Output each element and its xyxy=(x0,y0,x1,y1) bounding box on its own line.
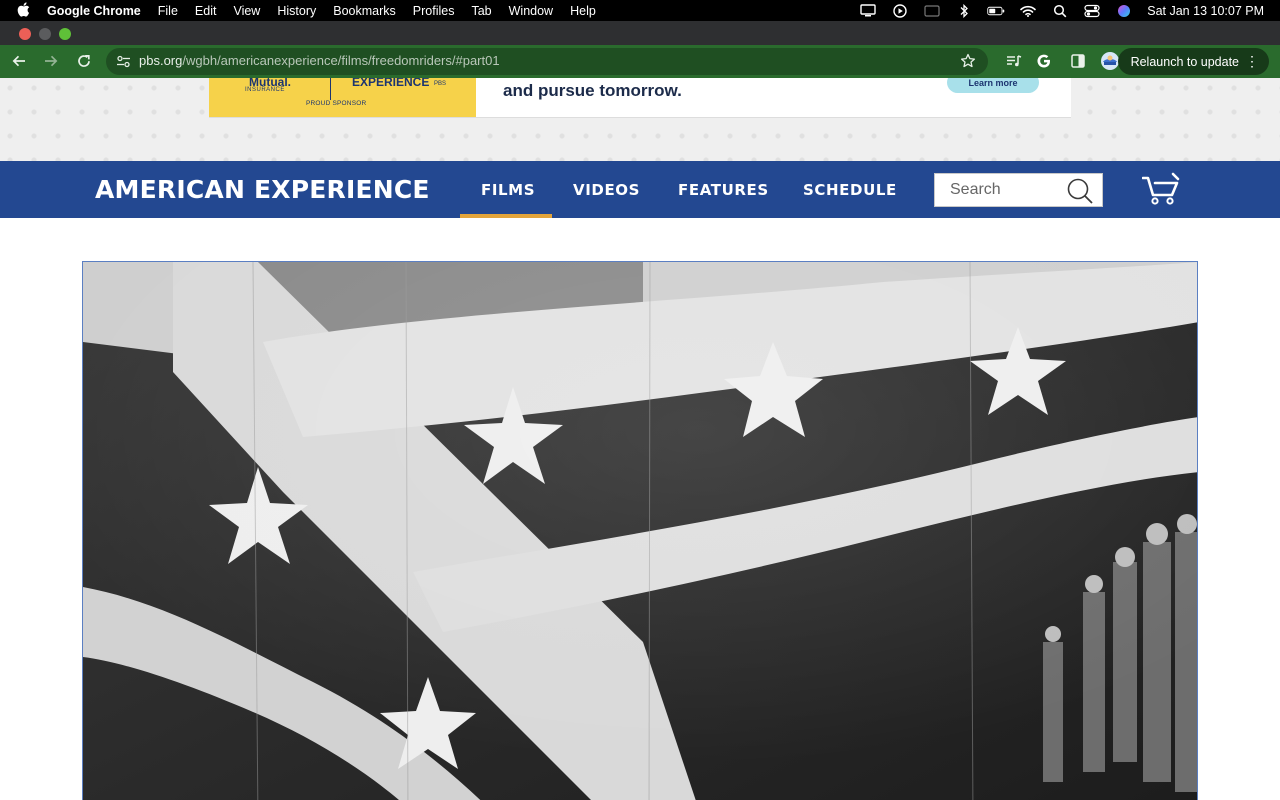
side-panel-icon[interactable] xyxy=(1066,49,1090,73)
nav-features[interactable]: FEATURES xyxy=(678,181,769,199)
url-host: pbs.org xyxy=(139,53,183,68)
macos-menu-bar: Google Chrome File Edit View History Boo… xyxy=(0,0,1280,21)
learn-more-button[interactable]: Learn more xyxy=(947,78,1039,93)
reload-icon[interactable] xyxy=(72,49,96,73)
menu-window[interactable]: Window xyxy=(509,4,553,18)
video-frame-image xyxy=(83,262,1197,800)
menu-file[interactable]: File xyxy=(158,4,178,18)
sponsor-divider xyxy=(330,78,331,100)
bookmark-star-icon[interactable] xyxy=(960,53,976,74)
site-settings-icon[interactable] xyxy=(116,54,131,74)
program-logo: EXPERIENCE xyxy=(352,78,430,89)
window-zoom-button[interactable] xyxy=(59,28,71,40)
window-close-button[interactable] xyxy=(19,28,31,40)
sponsor-panel: Mutual. INSURANCE EXPERIENCE PBS PROUD S… xyxy=(209,78,476,117)
bluetooth-icon[interactable] xyxy=(955,3,973,18)
back-icon[interactable] xyxy=(7,49,31,73)
active-nav-indicator xyxy=(460,214,552,218)
play-circle-icon[interactable] xyxy=(891,3,909,18)
pbs-mark: PBS xyxy=(434,81,447,87)
menu-app-name[interactable]: Google Chrome xyxy=(47,4,141,18)
wifi-icon[interactable] xyxy=(1019,4,1037,18)
shopping-cart-icon[interactable] xyxy=(1141,172,1180,206)
brand-text: AMERICAN EXPERIENCE xyxy=(95,175,430,204)
apple-icon[interactable] xyxy=(17,1,30,20)
siri-icon[interactable] xyxy=(1115,4,1133,18)
nav-schedule[interactable]: SCHEDULE xyxy=(803,181,897,199)
menu-bookmarks[interactable]: Bookmarks xyxy=(333,4,396,18)
menu-tab[interactable]: Tab xyxy=(471,4,491,18)
site-search xyxy=(934,173,1103,207)
google-extension-icon[interactable] xyxy=(1032,49,1056,73)
sponsor-subtitle: INSURANCE xyxy=(245,87,285,93)
american-experience-logo[interactable]: AMERICAN EXPERIENCE xyxy=(95,175,430,204)
url-text[interactable]: pbs.org/wgbh/americanexperience/films/fr… xyxy=(139,53,500,68)
search-input[interactable] xyxy=(935,174,1065,206)
ad-background: Mutual. INSURANCE EXPERIENCE PBS PROUD S… xyxy=(0,78,1280,161)
url-path: /wgbh/americanexperience/films/freedomri… xyxy=(182,53,500,68)
browser-toolbar: pbs.org/wgbh/americanexperience/films/fr… xyxy=(0,45,1280,78)
web-page: Mutual. INSURANCE EXPERIENCE PBS PROUD S… xyxy=(0,78,1280,800)
control-center-icon[interactable] xyxy=(1083,4,1101,18)
address-bar[interactable]: pbs.org/wgbh/americanexperience/films/fr… xyxy=(106,48,988,75)
sponsor-ad-banner[interactable]: Mutual. INSURANCE EXPERIENCE PBS PROUD S… xyxy=(209,78,1071,118)
ad-tagline: and pursue tomorrow. xyxy=(503,81,682,100)
menu-view[interactable]: View xyxy=(233,4,260,18)
proud-sponsor-label: PROUD SPONSOR xyxy=(306,100,367,107)
window-minimize-button[interactable] xyxy=(39,28,51,40)
menu-profiles[interactable]: Profiles xyxy=(413,4,455,18)
screen-record-icon[interactable] xyxy=(923,4,941,18)
menu-help[interactable]: Help xyxy=(570,4,596,18)
search-icon[interactable] xyxy=(1051,4,1069,18)
menu-edit[interactable]: Edit xyxy=(195,4,217,18)
forward-icon[interactable] xyxy=(39,49,63,73)
clock-datetime[interactable]: Sat Jan 13 10:07 PM xyxy=(1147,4,1264,18)
more-menu-icon[interactable]: ⋮ xyxy=(1245,53,1259,70)
browser-tab-strip xyxy=(0,21,1280,45)
media-controls-icon[interactable] xyxy=(1002,49,1026,73)
video-player[interactable] xyxy=(82,261,1198,800)
search-icon[interactable] xyxy=(1066,177,1094,205)
battery-icon[interactable] xyxy=(987,4,1005,18)
relaunch-to-update-button[interactable]: Relaunch to update ⋮ xyxy=(1117,48,1269,75)
menu-history[interactable]: History xyxy=(277,4,316,18)
display-icon[interactable] xyxy=(859,4,877,18)
relaunch-label: Relaunch to update xyxy=(1130,54,1239,69)
nav-films[interactable]: FILMS xyxy=(481,181,535,199)
nav-videos[interactable]: VIDEOS xyxy=(573,181,640,199)
